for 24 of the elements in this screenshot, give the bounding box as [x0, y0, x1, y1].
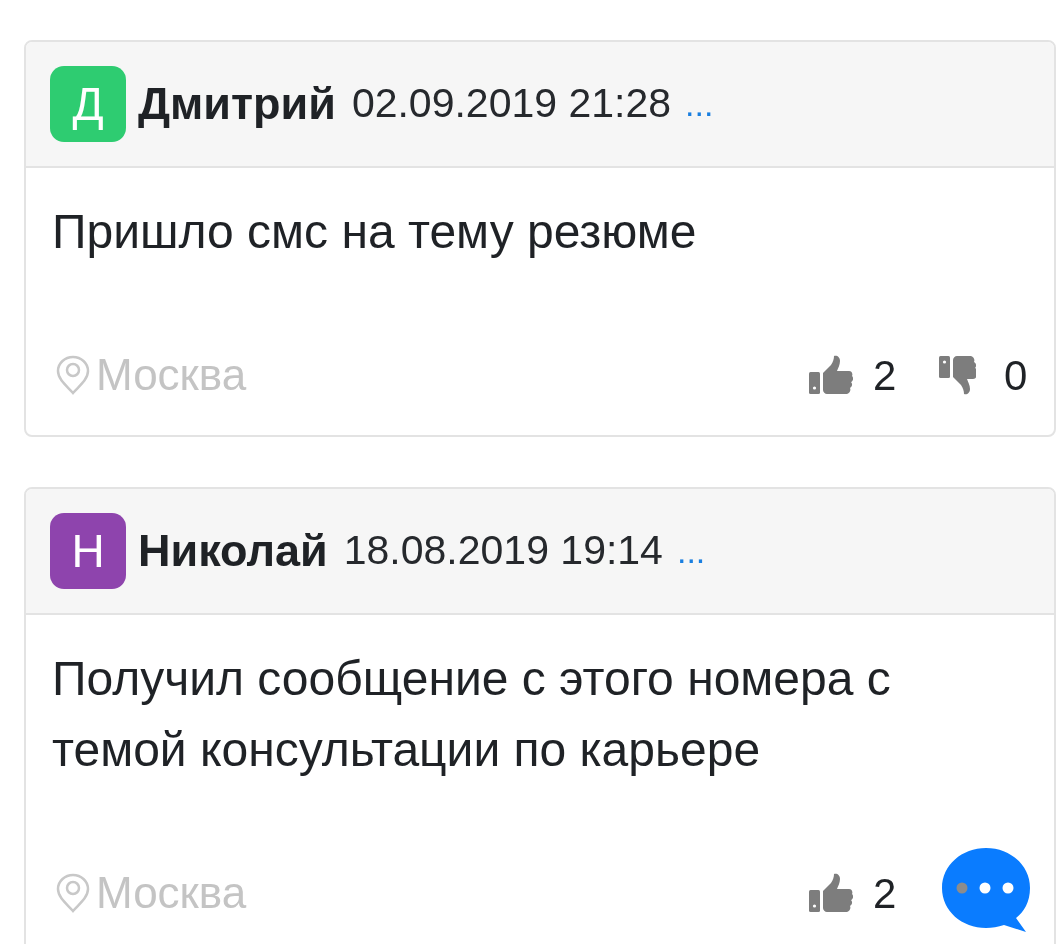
like-button[interactable]	[809, 355, 853, 395]
more-link[interactable]: ...	[676, 525, 706, 577]
thumbs-down-icon	[939, 355, 976, 395]
location-pin-icon	[56, 873, 90, 913]
like-button[interactable]	[809, 873, 853, 913]
location-pin-icon	[56, 355, 90, 395]
like-count: 2	[873, 350, 897, 401]
avatar: Н	[50, 513, 126, 589]
more-link[interactable]: ...	[685, 78, 714, 130]
comment-date: 02.09.2019 21:28	[351, 79, 672, 129]
comment-text: Получил сообщение с этого номера с темой консультации по карьере	[52, 651, 892, 778]
location-label: Москва	[96, 349, 247, 401]
avatar: Д	[50, 66, 126, 142]
author-name: Николай	[138, 524, 328, 579]
thumbs-up-icon	[809, 873, 853, 913]
comment-date: 18.08.2019 19:14	[343, 526, 663, 576]
location-label: Москва	[96, 867, 247, 919]
dislike-button[interactable]	[939, 355, 976, 395]
chat-bubble-icon[interactable]	[940, 846, 1032, 934]
dislike-count: 0	[1004, 350, 1028, 401]
thumbs-up-icon	[809, 355, 853, 395]
like-count: 2	[873, 868, 897, 919]
comment-text: Пришло смс на тему резюме	[52, 204, 698, 260]
author-name: Дмитрий	[138, 77, 336, 132]
